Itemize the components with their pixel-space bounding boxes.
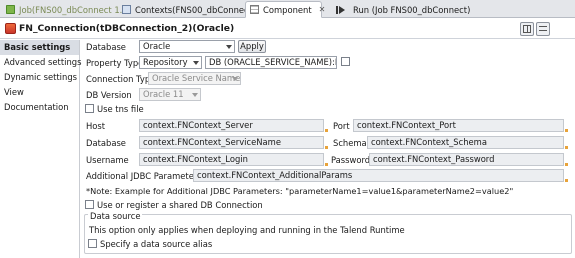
required-marker — [565, 129, 568, 132]
schema-label: Schema — [333, 138, 367, 148]
component-title: FN_Connection(tDBConnection_2)(Oracle) — [19, 23, 235, 34]
tab-contexts[interactable]: Contexts(FNS00_dbConnect) — [118, 1, 255, 18]
list-view-button[interactable] — [536, 22, 550, 36]
property-type-select[interactable]: Repository — [139, 56, 202, 69]
data-source-description: This option only applies when deploying … — [89, 225, 405, 235]
db-version-select[interactable]: Oracle 11 — [139, 88, 201, 101]
property-type-label: Property Type — [86, 58, 144, 68]
nav-view[interactable]: View — [0, 85, 79, 100]
component-title-bar: FN_Connection(tDBConnection_2)(Oracle) — [0, 19, 575, 39]
tab-component[interactable]: Component ✕ — [245, 1, 325, 18]
chevron-down-icon — [232, 77, 238, 81]
database-type-value: Oracle — [143, 41, 171, 51]
db-version-value: Oracle 11 — [143, 89, 184, 99]
chevron-down-icon — [192, 93, 198, 97]
repository-browse-button[interactable] — [341, 57, 350, 66]
connection-type-select[interactable]: Oracle Service Name — [148, 72, 241, 85]
property-type-value: Repository — [143, 57, 188, 67]
apply-button[interactable]: Apply — [238, 40, 266, 53]
nav-dynamic-settings[interactable]: Dynamic settings — [0, 70, 79, 85]
job-icon — [6, 5, 15, 14]
jdbc-note: *Note: Example for Additional JDBC Param… — [86, 186, 514, 196]
chevron-down-icon — [226, 45, 232, 49]
required-marker — [325, 129, 328, 132]
username-field[interactable]: context.FNContext_Login — [139, 153, 324, 166]
data-source-alias-label: Specify a data source alias — [100, 239, 213, 249]
port-field[interactable]: context.FNContext_Port — [353, 119, 564, 132]
nav-basic-settings[interactable]: Basic settings — [0, 40, 79, 55]
chevron-down-icon — [193, 61, 199, 65]
component-icon — [250, 5, 259, 14]
close-icon[interactable]: ✕ — [319, 5, 326, 14]
tab-component-label: Component — [263, 4, 312, 15]
password-label: Password — [331, 155, 371, 165]
tab-run-label: Run (Job FNS00_dbConnect) — [353, 4, 471, 15]
tab-run[interactable]: Run (Job FNS00_dbConnect) — [326, 1, 470, 18]
database-type-select[interactable]: Oracle — [139, 40, 235, 53]
repository-connection-field[interactable]: DB (ORACLE_SERVICE_NAME):FN_C — [205, 56, 337, 69]
host-field[interactable]: context.FNContext_Server — [139, 119, 324, 132]
required-marker — [565, 163, 568, 166]
nav-advanced-settings[interactable]: Advanced settings — [0, 55, 81, 70]
port-label: Port — [333, 121, 350, 131]
tab-job-label: Job(FNS00_dbConnect 1.0) — [19, 4, 131, 15]
connection-type-value: Oracle Service Name — [152, 73, 241, 83]
schema-field[interactable]: context.FNContext_Schema — [367, 136, 564, 149]
username-label: Username — [86, 155, 129, 165]
shared-connection-checkbox[interactable] — [85, 200, 94, 209]
grid-icon — [523, 25, 531, 33]
required-marker — [565, 179, 568, 182]
required-marker — [325, 146, 328, 149]
table-view-button[interactable] — [520, 22, 534, 36]
nav-documentation[interactable]: Documentation — [0, 100, 79, 115]
connection-type-label: Connection Type — [86, 74, 156, 84]
tab-contexts-label: Contexts(FNS00_dbConnect) — [135, 4, 256, 15]
db-name-label: Database — [86, 138, 126, 148]
use-tns-file-label: Use tns file — [97, 104, 144, 114]
data-source-alias-checkbox[interactable] — [88, 239, 97, 248]
data-source-title: Data source — [88, 211, 143, 221]
required-marker — [565, 146, 568, 149]
tab-job[interactable]: Job(FNS00_dbConnect 1.0) — [2, 1, 131, 18]
database-type-label: Database — [86, 42, 126, 52]
password-field[interactable]: context.FNContext_Password — [369, 153, 564, 166]
database-field[interactable]: context.FNContext_ServiceName — [139, 136, 324, 149]
use-tns-file-checkbox[interactable] — [85, 104, 94, 113]
jdbc-params-label: Additional JDBC Parameters — [86, 171, 202, 181]
settings-nav: Basic settings Advanced settings Dynamic… — [0, 40, 81, 258]
list-icon — [539, 26, 547, 31]
required-marker — [325, 163, 328, 166]
db-version-label: DB Version — [86, 90, 132, 100]
host-label: Host — [86, 121, 106, 131]
jdbc-params-field[interactable]: context.FNContext_AdditionalParams — [193, 169, 564, 182]
database-component-icon — [5, 23, 16, 34]
editor-tab-bar: Job(FNS00_dbConnect 1.0) Contexts(FNS00_… — [0, 0, 575, 18]
run-icon — [336, 5, 345, 14]
contexts-icon — [122, 5, 131, 14]
shared-connection-label: Use or register a shared DB Connection — [97, 200, 263, 210]
